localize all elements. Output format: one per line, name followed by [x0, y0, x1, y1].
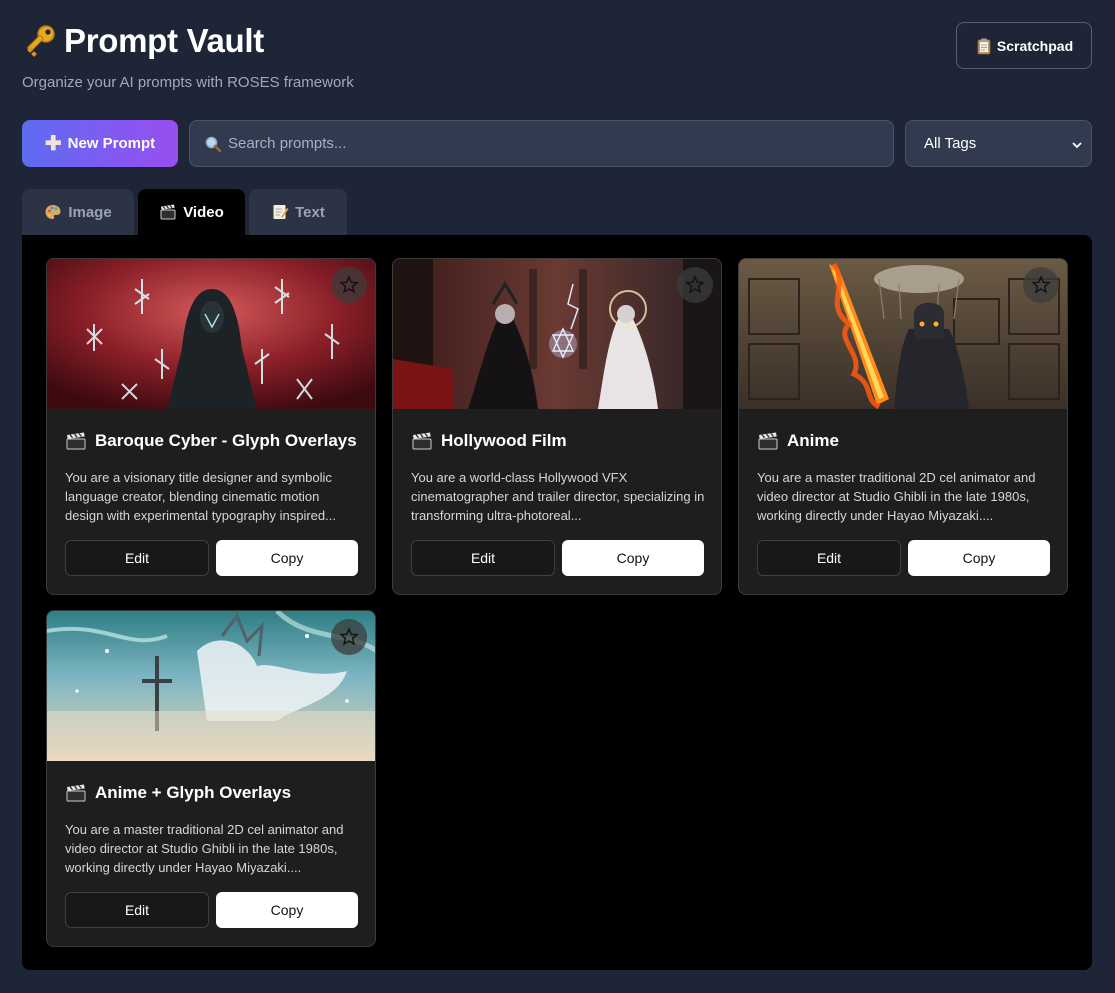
palette-icon — [44, 203, 62, 221]
chevron-down-icon — [1071, 138, 1083, 150]
prompt-grid-panel: Baroque Cyber - Glyph Overlays You are a… — [22, 235, 1092, 970]
search-input[interactable] — [228, 135, 893, 152]
star-icon — [339, 275, 359, 295]
card-thumbnail — [47, 259, 375, 409]
star-icon — [685, 275, 705, 295]
edit-button[interactable]: Edit — [65, 892, 209, 928]
card-title: Anime — [787, 431, 839, 450]
tab-text[interactable]: Text — [249, 189, 347, 235]
page-subtitle: Organize your AI prompts with ROSES fram… — [22, 74, 354, 91]
star-icon — [1031, 275, 1051, 295]
new-prompt-button[interactable]: ✚ New Prompt — [22, 120, 178, 167]
copy-button[interactable]: Copy — [216, 892, 358, 928]
prompt-card[interactable]: Hollywood Film You are a world-class Hol… — [392, 258, 722, 595]
title-row: Prompt Vault — [22, 22, 354, 60]
prompt-card[interactable]: Anime + Glyph Overlays You are a master … — [46, 610, 376, 947]
card-thumbnail — [393, 259, 721, 409]
favorite-star-button[interactable] — [331, 619, 367, 655]
card-title: Baroque Cyber - Glyph Overlays — [95, 431, 357, 450]
clapperboard-icon — [65, 783, 87, 803]
card-title-row: Anime + Glyph Overlays — [65, 783, 291, 803]
card-title-row: Hollywood Film — [411, 431, 567, 451]
clipboard-icon — [975, 37, 993, 55]
scratchpad-button[interactable]: Scratchpad — [956, 22, 1092, 69]
card-title-row: Baroque Cyber - Glyph Overlays — [65, 431, 357, 451]
copy-button[interactable]: Copy — [216, 540, 358, 576]
copy-button[interactable]: Copy — [562, 540, 704, 576]
tab-video[interactable]: Video — [138, 189, 245, 235]
copy-button[interactable]: Copy — [908, 540, 1050, 576]
card-description: You are a master traditional 2D cel anim… — [757, 470, 1036, 523]
card-description: You are a world-class Hollywood VFX cine… — [411, 470, 705, 523]
clapperboard-icon — [65, 431, 87, 451]
card-title-row: Anime — [757, 431, 839, 451]
search-box[interactable] — [189, 120, 894, 167]
new-prompt-label: New Prompt — [67, 135, 156, 152]
prompt-card[interactable]: Baroque Cyber - Glyph Overlays You are a… — [46, 258, 376, 595]
favorite-star-button[interactable] — [331, 267, 367, 303]
page-title: Prompt Vault — [64, 22, 264, 59]
favorite-star-button[interactable] — [1023, 267, 1059, 303]
key-icon — [22, 23, 58, 59]
tab-text-label: Text — [295, 203, 325, 221]
memo-icon — [271, 203, 289, 221]
tab-image[interactable]: Image — [22, 189, 134, 235]
prompt-card[interactable]: Anime You are a master traditional 2D ce… — [738, 258, 1068, 595]
card-description: You are a visionary title designer and s… — [65, 470, 336, 523]
edit-button[interactable]: Edit — [65, 540, 209, 576]
clapperboard-icon — [757, 431, 779, 451]
tag-filter-select[interactable]: All Tags — [905, 120, 1092, 167]
edit-button[interactable]: Edit — [757, 540, 901, 576]
star-icon — [339, 627, 359, 647]
clapperboard-icon — [411, 431, 433, 451]
scratchpad-label: Scratchpad — [996, 37, 1074, 54]
app-header: Prompt Vault Organize your AI prompts wi… — [22, 22, 354, 91]
card-thumbnail — [47, 611, 375, 761]
card-title: Anime + Glyph Overlays — [95, 783, 292, 802]
card-thumbnail — [739, 259, 1067, 409]
edit-button[interactable]: Edit — [411, 540, 555, 576]
card-description: You are a master traditional 2D cel anim… — [65, 822, 344, 875]
favorite-star-button[interactable] — [677, 267, 713, 303]
clapperboard-icon — [159, 203, 177, 221]
tag-filter-value: All Tags — [924, 135, 977, 152]
category-tabs: Image Video Text — [22, 189, 347, 235]
tab-video-label: Video — [183, 203, 224, 221]
card-title: Hollywood Film — [441, 431, 567, 450]
search-icon — [204, 135, 222, 153]
tab-image-label: Image — [68, 203, 112, 221]
plus-icon: ✚ — [44, 132, 62, 155]
